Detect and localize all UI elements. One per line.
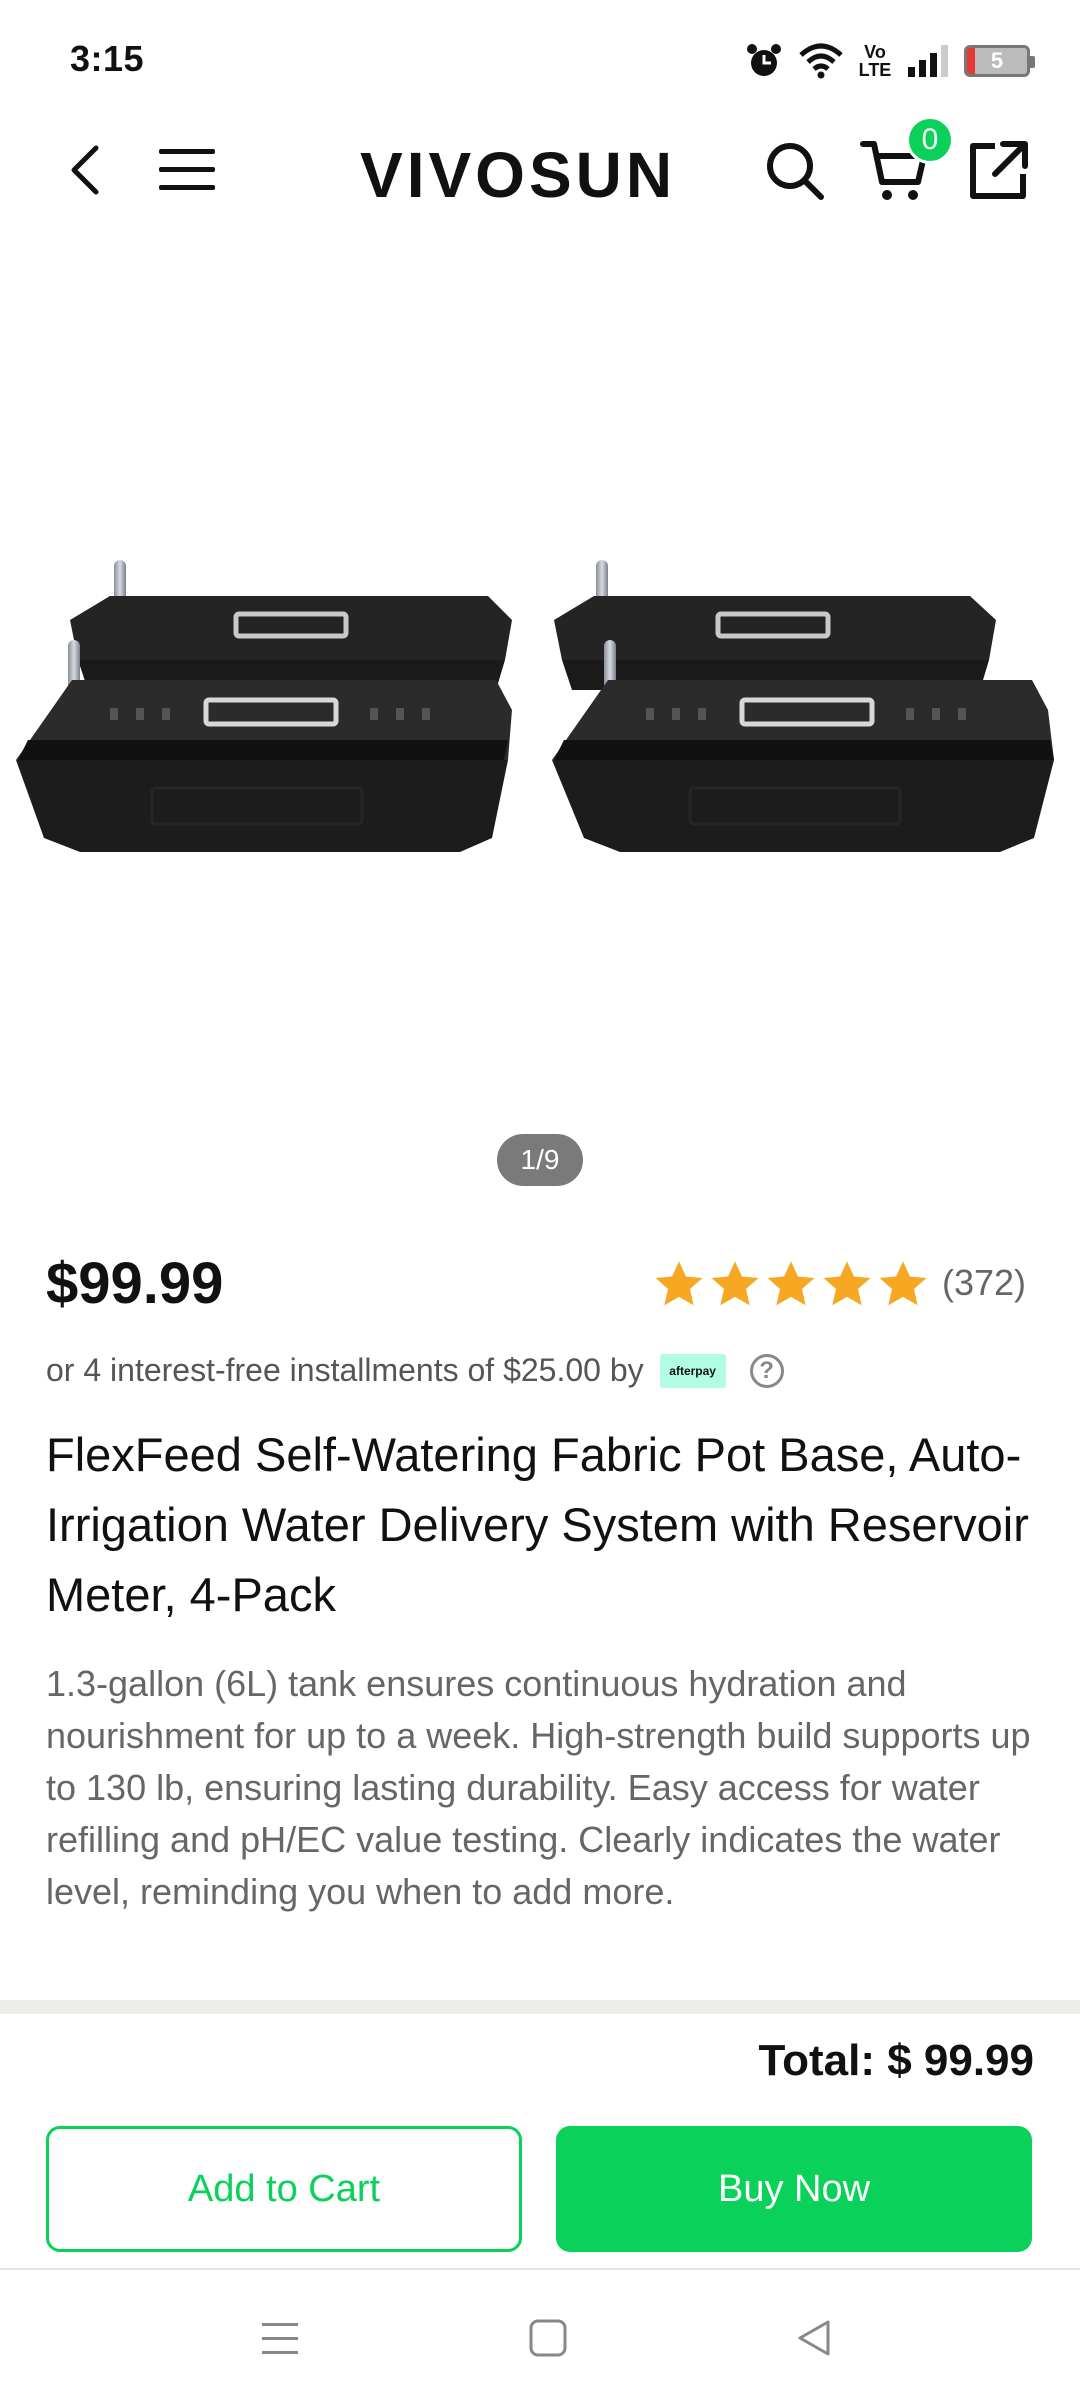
- battery-icon: 5: [964, 45, 1035, 77]
- recents-icon: [262, 2323, 298, 2354]
- recents-button[interactable]: [250, 2310, 310, 2366]
- help-icon[interactable]: ?: [749, 1353, 784, 1388]
- product-image-gallery[interactable]: [0, 240, 1080, 1190]
- star-icon: [711, 1261, 759, 1306]
- afterpay-logo: afterpay: [659, 1353, 726, 1388]
- star-icon: [655, 1261, 703, 1306]
- wifi-icon: [799, 43, 843, 79]
- search-icon: [767, 143, 824, 200]
- add-to-cart-button[interactable]: Add to Cart: [46, 2126, 522, 2252]
- brand-logo[interactable]: VIVOSUN: [360, 138, 676, 212]
- alarm-icon: [747, 44, 781, 76]
- back-triangle-icon: [798, 2320, 830, 2356]
- product-description: 1.3-gallon (6L) tank ensures continuous …: [46, 1663, 1031, 1912]
- back-button[interactable]: [58, 140, 114, 200]
- rating-stars[interactable]: [652, 1258, 930, 1312]
- search-button[interactable]: [762, 138, 828, 204]
- order-total: Total: $ 99.99: [758, 2036, 1034, 2085]
- product-title: FlexFeed Self-Watering Fabric Pot Base, …: [46, 1428, 1029, 1621]
- installments-text: or 4 interest-free installments of $25.0…: [46, 1352, 644, 1388]
- home-icon: [529, 2319, 567, 2357]
- star-icon: [879, 1261, 927, 1306]
- cart-count-badge: 0: [906, 116, 954, 164]
- star-icon: [823, 1261, 871, 1306]
- system-back-button[interactable]: [784, 2310, 844, 2366]
- installments-row: or 4 interest-free installments of $25.0…: [46, 1352, 784, 1389]
- volte-icon: Vo LTE: [858, 42, 892, 80]
- menu-button[interactable]: [154, 140, 220, 200]
- status-icons: Vo LTE 5: [744, 36, 1035, 86]
- system-nav-bar: [0, 2270, 1080, 2400]
- back-icon: [71, 145, 99, 195]
- section-divider: [0, 2000, 1080, 2014]
- status-bar: 3:15 Vo LTE 5: [0, 0, 1080, 120]
- product-photo: [16, 560, 1054, 852]
- signal-icon: [908, 45, 948, 77]
- menu-icon: [159, 149, 215, 190]
- status-time: 3:15: [70, 38, 145, 79]
- share-icon: [970, 141, 1028, 199]
- star-icon: [767, 1261, 815, 1306]
- image-pager-indicator: 1/9: [497, 1134, 583, 1186]
- home-button[interactable]: [518, 2310, 578, 2366]
- battery-level: 5: [990, 48, 1004, 73]
- share-button[interactable]: [966, 138, 1030, 204]
- product-price: $99.99: [46, 1251, 224, 1316]
- review-count-link[interactable]: (372): [942, 1262, 1026, 1304]
- buy-now-button[interactable]: Buy Now: [556, 2126, 1032, 2252]
